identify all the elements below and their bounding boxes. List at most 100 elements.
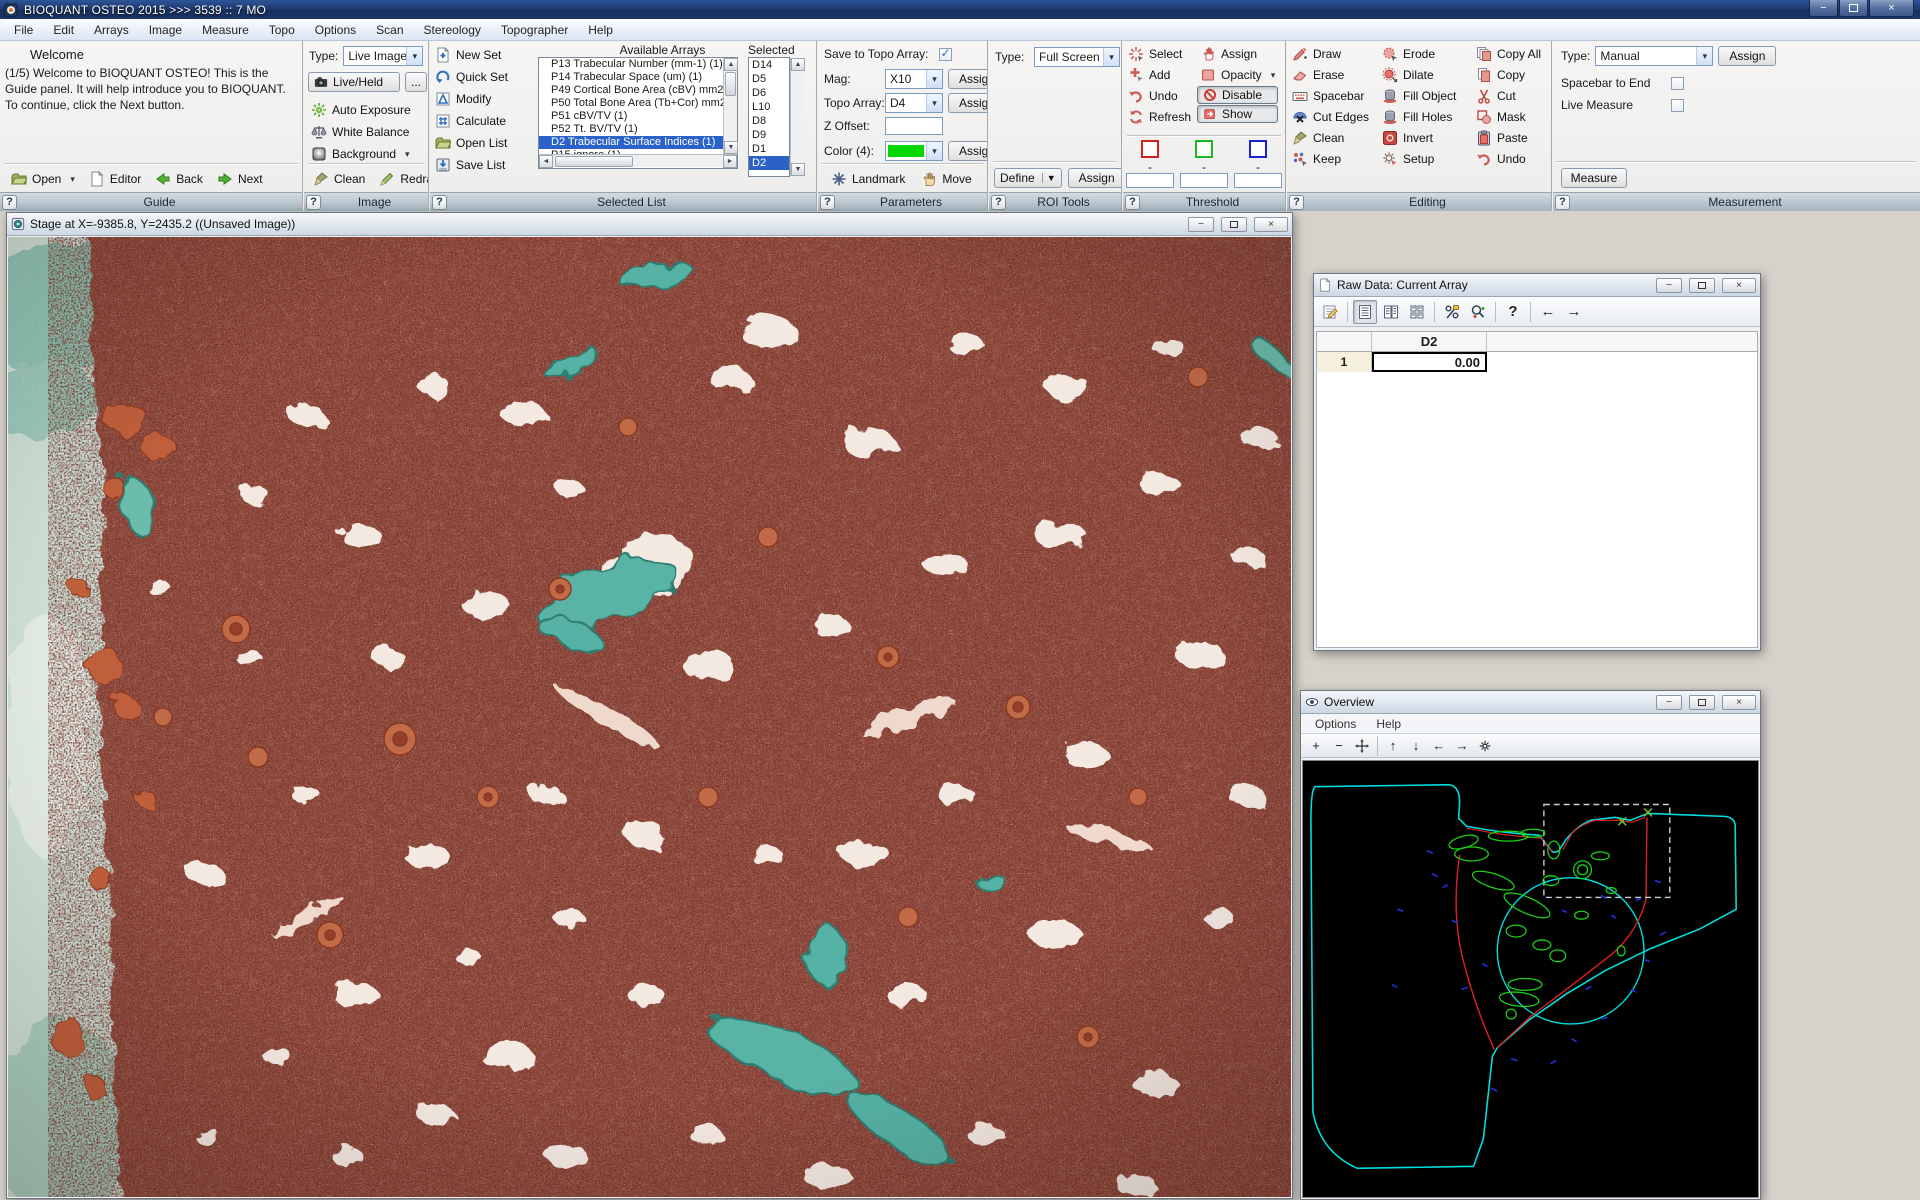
raw-data-help-button[interactable]: ? bbox=[1501, 300, 1525, 324]
open-button[interactable]: Open bbox=[8, 169, 78, 189]
editing-tool-button[interactable]: Paste bbox=[1473, 128, 1544, 148]
list-tool-button[interactable]: New Set bbox=[432, 45, 511, 65]
stage-maximize-button[interactable] bbox=[1221, 217, 1247, 232]
list-tool-button[interactable]: Modify bbox=[432, 89, 511, 109]
previous-array-button[interactable]: ← bbox=[1536, 300, 1560, 324]
overview-menu-item[interactable]: Options bbox=[1307, 716, 1364, 732]
editor-button[interactable]: Editor bbox=[86, 169, 144, 189]
pan-button[interactable] bbox=[1351, 736, 1373, 756]
available-array-item[interactable]: P13 Trabecular Number (mm-1) (1) bbox=[539, 58, 737, 71]
parameters-help-button[interactable]: ? bbox=[820, 195, 835, 210]
percent-lock-button[interactable] bbox=[1440, 300, 1464, 324]
threshold-tool-button[interactable]: Add bbox=[1125, 65, 1194, 85]
menu-item[interactable]: Edit bbox=[43, 21, 84, 39]
move-down-button[interactable]: ↓ bbox=[1405, 736, 1427, 756]
available-array-item[interactable]: D2 Trabecular Surface Indices (1) bbox=[539, 136, 737, 149]
find-button[interactable] bbox=[1466, 300, 1490, 324]
color-assign-button[interactable]: Assign bbox=[948, 141, 987, 161]
white-balance-button[interactable]: White Balance bbox=[308, 122, 412, 142]
back-button[interactable]: Back bbox=[152, 169, 206, 189]
menu-item[interactable]: Image bbox=[139, 21, 192, 39]
image-type-combo[interactable]: Live Image bbox=[343, 46, 423, 66]
overview-close-button[interactable]: × bbox=[1722, 695, 1756, 710]
threshold-tool-button[interactable]: Refresh bbox=[1125, 107, 1194, 127]
define-button[interactable]: Define▼ bbox=[994, 168, 1062, 188]
next-button[interactable]: Next bbox=[214, 169, 266, 189]
overview-menu-item[interactable]: Help bbox=[1368, 716, 1409, 732]
selected-array-item[interactable]: L10 bbox=[749, 100, 789, 114]
landmark-button[interactable]: Landmark bbox=[828, 169, 908, 189]
next-array-button[interactable]: → bbox=[1562, 300, 1586, 324]
selected-arrays-list[interactable]: D14D5D6L10D8D9D1D2 bbox=[748, 57, 790, 177]
list-tool-button[interactable]: Open List bbox=[432, 133, 511, 153]
available-arrays-list[interactable]: P13 Trabecular Number (mm-1) (1)P14 Trab… bbox=[538, 57, 738, 169]
save-topo-checkbox[interactable] bbox=[939, 48, 952, 61]
menu-item[interactable]: Topo bbox=[259, 21, 305, 39]
selected-cell[interactable]: 0.00 bbox=[1372, 352, 1487, 372]
menu-item[interactable]: Arrays bbox=[84, 21, 139, 39]
row-number[interactable]: 1 bbox=[1317, 352, 1372, 372]
threshold-red-swatch[interactable] bbox=[1141, 140, 1159, 158]
measure-button[interactable]: Measure bbox=[1561, 168, 1627, 188]
available-array-item[interactable]: P52 Tt. BV/TV (1) bbox=[539, 123, 737, 136]
stage-viewport[interactable] bbox=[8, 237, 1291, 1197]
menu-item[interactable]: Help bbox=[578, 21, 623, 39]
view-grid-button[interactable] bbox=[1405, 300, 1429, 324]
mag-assign-button[interactable]: Assign bbox=[948, 69, 987, 89]
zoom-in-button[interactable]: + bbox=[1305, 736, 1327, 756]
roi-assign-button[interactable]: Assign bbox=[1068, 168, 1121, 188]
overview-maximize-button[interactable] bbox=[1689, 695, 1715, 710]
available-scrollbar-vertical[interactable]: ▲ ▼ bbox=[723, 58, 737, 154]
editing-tool-button[interactable]: Cut Edges bbox=[1289, 107, 1372, 127]
opacity-button[interactable]: Opacity bbox=[1197, 65, 1278, 85]
threshold-blue-swatch[interactable] bbox=[1249, 140, 1267, 158]
define-dropdown-arrow-icon[interactable]: ▼ bbox=[1042, 173, 1056, 183]
color-combo[interactable] bbox=[885, 141, 943, 161]
available-array-item[interactable]: P14 Trabecular Space (um) (1) bbox=[539, 71, 737, 84]
auto-exposure-button[interactable]: Auto Exposure bbox=[308, 100, 414, 120]
move-up-button[interactable]: ↑ bbox=[1382, 736, 1404, 756]
selected-list-help-button[interactable]: ? bbox=[432, 195, 447, 210]
overview-minimize-button[interactable]: − bbox=[1656, 695, 1682, 710]
raw-data-minimize-button[interactable]: − bbox=[1656, 278, 1682, 293]
editing-tool-button[interactable]: Cut bbox=[1473, 86, 1544, 106]
selected-array-item[interactable]: D9 bbox=[749, 128, 789, 142]
editing-tool-button[interactable]: Erode bbox=[1379, 44, 1459, 64]
menu-item[interactable]: Measure bbox=[192, 21, 259, 39]
editing-tool-button[interactable]: Draw bbox=[1289, 44, 1372, 64]
move-button[interactable]: Move bbox=[918, 169, 974, 189]
menu-item[interactable]: Scan bbox=[366, 21, 413, 39]
raw-data-maximize-button[interactable] bbox=[1689, 278, 1715, 293]
window-maximize-button[interactable] bbox=[1839, 0, 1868, 17]
menu-item[interactable]: Options bbox=[305, 21, 366, 39]
list-tool-button[interactable]: Calculate bbox=[432, 111, 511, 131]
threshold-blue-input[interactable] bbox=[1234, 173, 1282, 188]
editing-tool-button[interactable]: Erase bbox=[1289, 65, 1372, 85]
editing-tool-button[interactable]: Spacebar bbox=[1289, 86, 1372, 106]
selected-array-item[interactable]: D5 bbox=[749, 72, 789, 86]
selected-array-item[interactable]: D8 bbox=[749, 114, 789, 128]
list-tool-button[interactable]: Quick Set bbox=[432, 67, 511, 87]
view-list-button[interactable] bbox=[1353, 300, 1377, 324]
available-scrollbar-horizontal[interactable]: ◄ ► bbox=[539, 154, 737, 167]
show-button[interactable]: Show bbox=[1197, 105, 1278, 123]
measurement-help-button[interactable]: ? bbox=[1555, 195, 1570, 210]
threshold-green-input[interactable] bbox=[1180, 173, 1228, 188]
mag-combo[interactable]: X10 bbox=[885, 69, 943, 89]
overview-titlebar[interactable]: Overview − × bbox=[1301, 691, 1760, 714]
disable-button[interactable]: Disable bbox=[1197, 86, 1278, 104]
available-array-item[interactable]: P49 Cortical Bone Area (cBV) mm2 ( bbox=[539, 84, 737, 97]
histology-image[interactable] bbox=[8, 237, 1291, 1197]
measure-type-combo[interactable]: Manual bbox=[1595, 46, 1713, 66]
stage-close-button[interactable]: × bbox=[1254, 217, 1288, 232]
image-help-button[interactable]: ? bbox=[306, 195, 321, 210]
background-button[interactable]: Background bbox=[308, 144, 413, 164]
clean-button[interactable]: Clean bbox=[310, 169, 368, 189]
list-tool-button[interactable]: Save List bbox=[432, 155, 511, 175]
threshold-tool-button[interactable]: Select bbox=[1125, 44, 1194, 64]
measure-assign-button[interactable]: Assign bbox=[1718, 46, 1776, 66]
editing-tool-button[interactable]: Keep bbox=[1289, 149, 1372, 169]
live-held-button[interactable]: Live/Held bbox=[308, 72, 400, 92]
roi-type-combo[interactable]: Full Screen bbox=[1034, 47, 1120, 67]
camera-settings-button[interactable]: ... bbox=[405, 72, 427, 92]
